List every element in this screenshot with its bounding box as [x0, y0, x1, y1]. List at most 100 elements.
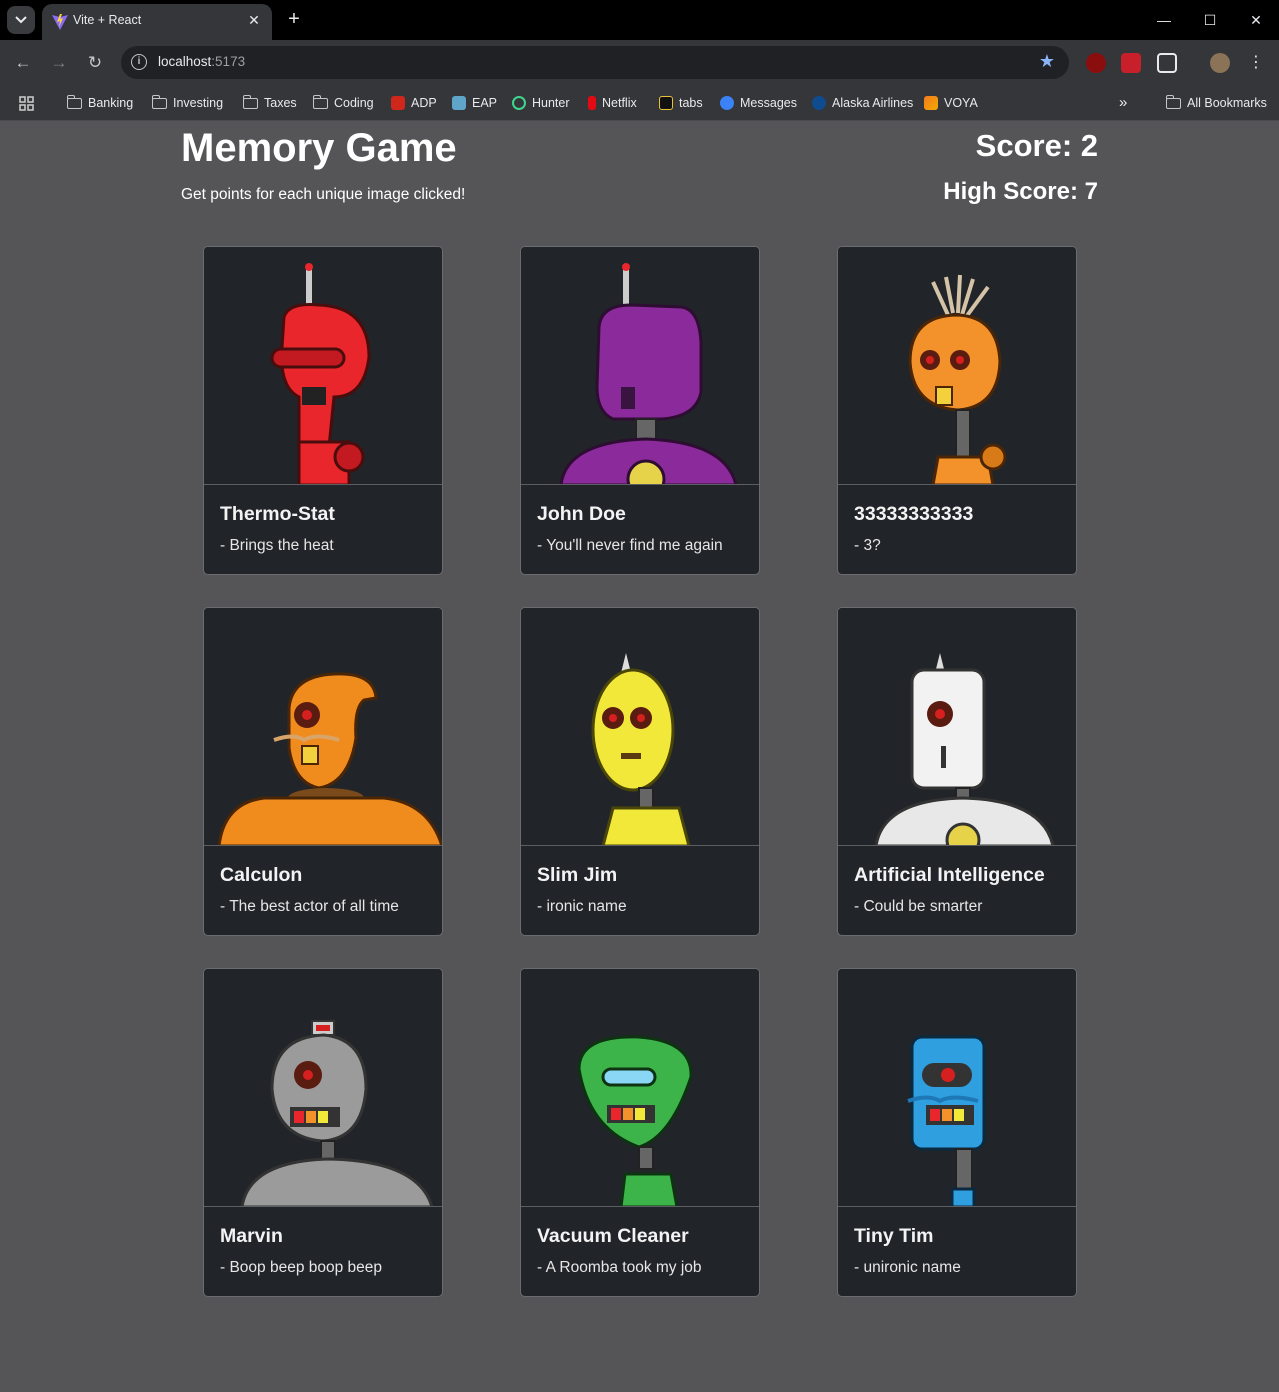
reload-icon[interactable]: ↻: [83, 51, 107, 75]
bookmark-label: Netflix: [602, 96, 637, 110]
robot-image: [838, 969, 1076, 1207]
close-tab-icon[interactable]: ✕: [246, 12, 262, 28]
url-port: :5173: [211, 54, 246, 69]
robot-image: [838, 247, 1076, 485]
page-title: Memory Game: [181, 126, 457, 170]
close-window-icon[interactable]: ✕: [1244, 8, 1268, 32]
card-name: Calculon: [220, 864, 303, 886]
high-score: High Score: 7: [943, 178, 1098, 205]
url-text: localhost:5173: [158, 54, 245, 69]
card-description: - A Roomba took my job: [537, 1259, 702, 1276]
maximize-icon[interactable]: ☐: [1198, 8, 1222, 32]
bookmark-star-icon[interactable]: ★: [1039, 51, 1055, 72]
all-bookmarks[interactable]: All Bookmarks: [1165, 93, 1267, 113]
card-description: - Could be smarter: [854, 898, 983, 915]
browser-chrome: Vite + React ✕ + — ☐ ✕ ← → ↻ i localhost…: [0, 0, 1279, 121]
bookmark-label: All Bookmarks: [1187, 96, 1267, 110]
robot-image: [521, 608, 759, 846]
card-description: - ironic name: [537, 898, 627, 915]
bookmark-taxes[interactable]: Taxes: [242, 93, 297, 113]
eap-icon: [452, 96, 466, 110]
score: Score: 2: [975, 128, 1098, 163]
robot-image: [521, 969, 759, 1207]
bookmark-tabs[interactable]: tabs: [659, 93, 703, 113]
bookmark-coding[interactable]: Coding: [312, 93, 374, 113]
chevron-down-icon: [15, 16, 27, 24]
extensions-puzzle-icon[interactable]: [1157, 53, 1177, 73]
bookmark-label: Banking: [88, 96, 134, 110]
address-bar[interactable]: i localhost:5173 ★: [121, 46, 1069, 79]
card-33333333333[interactable]: 33333333333 - 3?: [837, 246, 1077, 575]
bookmark-label: Alaska Airlines: [832, 96, 914, 110]
folder-icon: [312, 94, 328, 109]
card-description: - Boop beep boop beep: [220, 1259, 383, 1276]
robot-image: [521, 247, 759, 485]
card-name: Tiny Tim: [854, 1225, 934, 1247]
folder-icon: [242, 94, 258, 109]
bookmark-adp[interactable]: ADP: [391, 93, 437, 113]
ublock-extension-icon[interactable]: [1086, 53, 1106, 73]
adp-icon: [391, 96, 405, 110]
bookmark-label: Coding: [334, 96, 374, 110]
card-description: - Brings the heat: [220, 537, 334, 554]
card-name: 33333333333: [854, 503, 974, 525]
browser-menu-icon[interactable]: ⋮: [1248, 53, 1264, 73]
new-tab-button[interactable]: +: [284, 9, 304, 29]
card-description: - The best actor of all time: [220, 898, 399, 915]
extension-icon[interactable]: [1121, 53, 1141, 73]
tab-search-button[interactable]: [7, 6, 35, 34]
bookmark-netflix[interactable]: Netflix: [588, 93, 637, 113]
card-name: John Doe: [537, 503, 626, 525]
card-description: - unironic name: [854, 1259, 961, 1276]
browser-tab[interactable]: Vite + React ✕: [42, 4, 272, 40]
card-thermo-stat[interactable]: Thermo-Stat - Brings the heat: [203, 246, 443, 575]
card-name: Marvin: [220, 1225, 283, 1247]
hunter-icon: [512, 96, 526, 110]
tab-title: Vite + React: [73, 13, 142, 27]
card-name: Artificial Intelligence: [854, 864, 1045, 886]
bookmark-label: EAP: [472, 96, 498, 110]
alaska-airlines-icon: [812, 96, 826, 110]
card-artificial-intelligence[interactable]: Artificial Intelligence - Could be smart…: [837, 607, 1077, 936]
bookmark-label: tabs: [679, 96, 703, 110]
robot-image: [204, 608, 442, 846]
card-description: - You'll never find me again: [537, 537, 723, 554]
bookmark-eap[interactable]: EAP: [452, 93, 497, 113]
url-host: localhost: [158, 54, 212, 69]
bookmark-voya[interactable]: VOYA: [924, 93, 978, 113]
card-name: Thermo-Stat: [220, 503, 335, 525]
card-vacuum-cleaner[interactable]: Vacuum Cleaner - A Roomba took my job: [520, 968, 760, 1297]
messages-icon: [720, 96, 734, 110]
card-tiny-tim[interactable]: Tiny Tim - unironic name: [837, 968, 1077, 1297]
vite-icon: [52, 14, 68, 30]
bookmarks-bar: Banking Investing Taxes Coding ADP EAP H…: [0, 85, 1279, 121]
card-name: Slim Jim: [537, 864, 618, 886]
robot-image: [838, 608, 1076, 846]
bookmark-investing[interactable]: Investing: [151, 93, 224, 113]
robot-image: [204, 969, 442, 1207]
card-slim-jim[interactable]: Slim Jim - ironic name: [520, 607, 760, 936]
folder-icon: [1165, 94, 1181, 109]
card-john-doe[interactable]: John Doe - You'll never find me again: [520, 246, 760, 575]
more-bookmarks-icon[interactable]: »: [1119, 93, 1127, 113]
voya-icon: [924, 96, 938, 110]
card-description: - 3?: [854, 537, 881, 554]
bookmark-label: Messages: [740, 96, 797, 110]
tab-strip: Vite + React ✕ + — ☐ ✕: [0, 0, 1279, 40]
site-info-icon[interactable]: i: [131, 54, 147, 70]
bookmark-label: Investing: [173, 96, 224, 110]
forward-icon[interactable]: →: [47, 51, 71, 75]
bookmark-alaska-airlines[interactable]: Alaska Airlines: [812, 93, 913, 113]
bookmark-banking[interactable]: Banking: [66, 93, 134, 113]
apps-grid-icon[interactable]: [19, 93, 34, 113]
card-name: Vacuum Cleaner: [537, 1225, 689, 1247]
bookmark-messages[interactable]: Messages: [720, 93, 797, 113]
robot-image: [204, 247, 442, 485]
back-icon[interactable]: ←: [11, 51, 35, 75]
minimize-icon[interactable]: —: [1152, 8, 1176, 32]
page-subtitle: Get points for each unique image clicked…: [181, 186, 466, 203]
bookmark-hunter[interactable]: Hunter: [512, 93, 570, 113]
profile-avatar[interactable]: [1210, 53, 1230, 73]
card-marvin[interactable]: Marvin - Boop beep boop beep: [203, 968, 443, 1297]
card-calculon[interactable]: Calculon - The best actor of all time: [203, 607, 443, 936]
